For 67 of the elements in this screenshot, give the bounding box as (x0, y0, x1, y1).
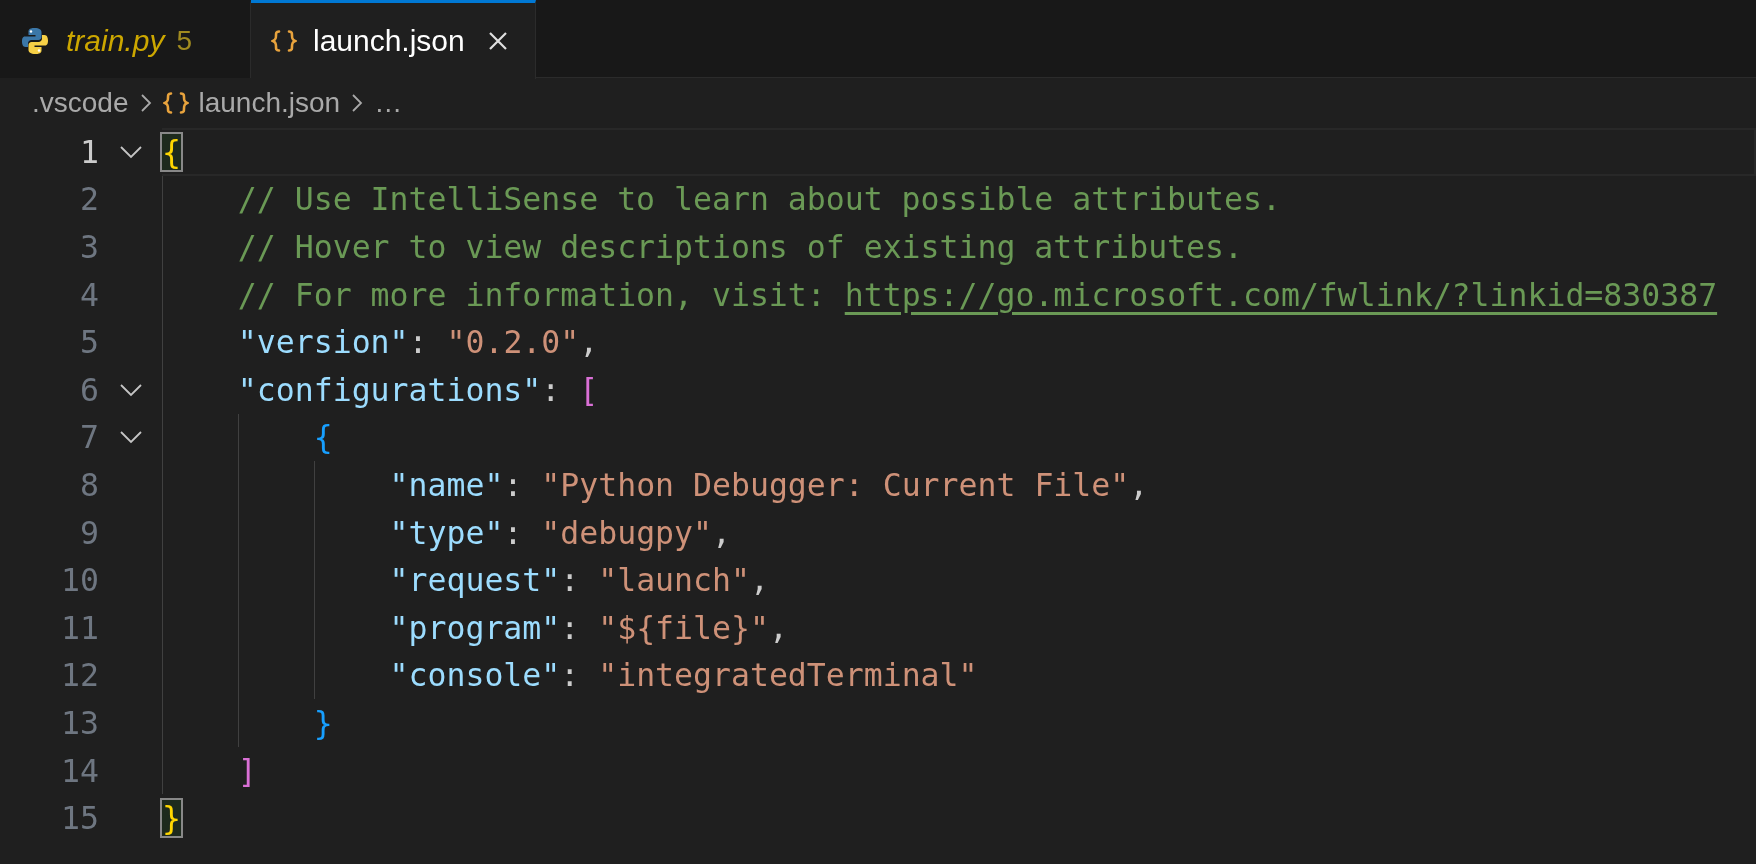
json-string: "integratedTerminal" (598, 657, 978, 694)
code-punctuation: , (579, 324, 599, 361)
close-icon[interactable] (486, 30, 509, 52)
editor-tab[interactable]: train.py 5 (0, 0, 251, 78)
chevron-down-icon[interactable] (118, 382, 143, 397)
code-punctuation: , (749, 562, 769, 599)
code-punctuation: : (560, 609, 581, 646)
json-key: "configurations" (237, 371, 542, 408)
chevron-right-icon (350, 92, 365, 114)
json-string: "${file}" (598, 609, 769, 646)
chevron-down-icon[interactable] (118, 430, 143, 445)
chevron-right-icon (138, 92, 153, 114)
code-punctuation: : (560, 657, 581, 694)
code-punctuation: : (541, 371, 562, 408)
code-comment: // Use IntelliSense to learn about possible attributes. (237, 181, 1281, 218)
line-number: 6 (79, 371, 99, 408)
code-punctuation: : (408, 324, 429, 361)
line-number: 4 (79, 276, 99, 313)
line-number: 13 (60, 704, 99, 741)
json-string: "debugpy" (541, 514, 712, 551)
code-punctuation: , (712, 514, 731, 551)
braces-icon (270, 29, 297, 53)
line-number: 10 (60, 562, 99, 599)
line-number: 14 (60, 752, 99, 789)
json-string: "Python Debugger: Current File" (541, 466, 1130, 503)
chevron-down-icon[interactable] (118, 144, 143, 159)
code-punctuation: : (503, 466, 524, 503)
problem-count: 5 (176, 24, 192, 57)
line-number: 11 (60, 609, 99, 646)
code-bracket: [ (579, 371, 599, 408)
tab-label[interactable]: launch.json (312, 24, 465, 58)
line-number: 2 (79, 181, 99, 218)
json-key: "request" (389, 562, 561, 599)
json-key: "version" (237, 324, 409, 361)
editor-tab[interactable]: launch.json (250, 0, 536, 79)
breadcrumb-item[interactable]: .vscode (32, 87, 129, 119)
braces-icon (162, 91, 189, 115)
line-number: 12 (60, 657, 99, 694)
line-number: 9 (79, 514, 99, 551)
json-string: "0.2.0" (446, 324, 580, 361)
code-punctuation: : (503, 514, 524, 551)
json-key: "program" (389, 609, 561, 646)
line-number: 3 (79, 229, 99, 265)
line-number: 7 (79, 419, 99, 456)
code-link[interactable]: https://go.microsoft.com/fwlink/?linkid=830387 (844, 276, 1718, 313)
code-punctuation: : (560, 562, 581, 599)
breadcrumb-item[interactable]: … (374, 87, 403, 119)
code-bracket: } (162, 800, 181, 837)
code-bracket: } (313, 704, 333, 741)
code-bracket: ] (237, 752, 257, 789)
code-comment: // Hover to view descriptions of existing attributes. (237, 229, 1243, 265)
python-icon (20, 25, 50, 56)
json-string: "launch" (598, 562, 750, 599)
line-number: 15 (60, 800, 99, 837)
tab-label[interactable]: train.py (66, 23, 165, 58)
code-bracket: { (313, 419, 333, 456)
breadcrumb-item[interactable]: launch.json (198, 87, 341, 119)
json-key: "console" (389, 657, 561, 694)
code-bracket: { (162, 133, 181, 170)
code-punctuation: , (1129, 466, 1149, 503)
line-number: 5 (79, 324, 99, 361)
json-key: "name" (389, 466, 504, 503)
json-key: "type" (389, 514, 504, 551)
line-number: 8 (79, 466, 99, 503)
line-number: 1 (79, 133, 99, 170)
code-comment: // For more information, visit: (237, 276, 827, 313)
code-punctuation: , (768, 609, 788, 646)
